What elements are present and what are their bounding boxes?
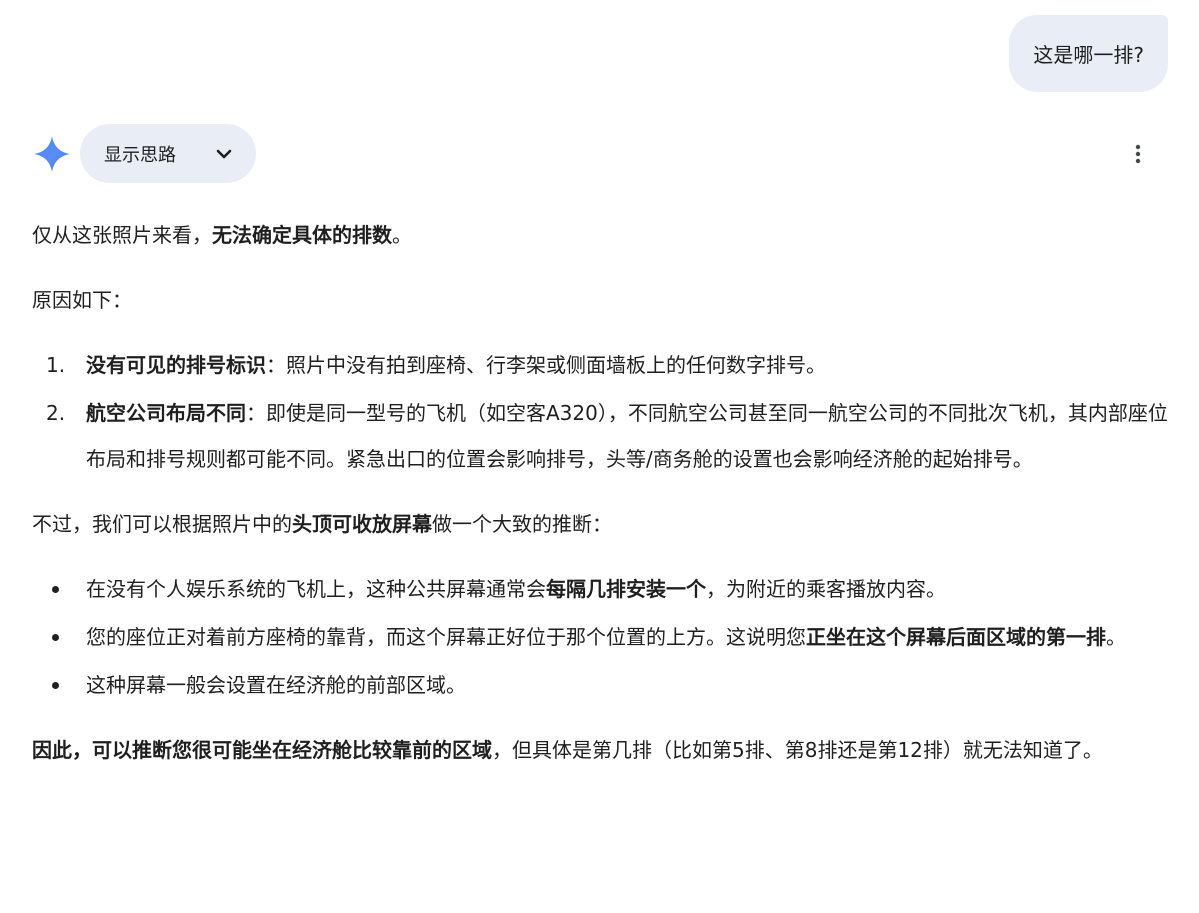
list-item: 在没有个人娱乐系统的飞机上，这种公共屏幕通常会每隔几排安装一个，为附近的乘客播放…	[32, 566, 1172, 612]
bullet-text: 这种屏幕一般会设置在经济舱的前部区域。	[86, 673, 466, 697]
bullet-dot	[52, 682, 59, 689]
list-number: 1.	[46, 353, 66, 377]
bullet-text: 在没有个人娱乐系统的飞机上，这种公共屏幕通常会	[86, 577, 546, 601]
reason-title: 没有可见的排号标识	[86, 353, 266, 377]
intro-paragraph: 仅从这张照片来看，无法确定具体的排数。	[32, 212, 1172, 258]
inference-tail: 做一个大致的推断：	[432, 512, 612, 536]
list-number: 2.	[46, 401, 66, 425]
bullet-text-end: 。	[1106, 625, 1126, 649]
list-item: 2. 航空公司布局不同：即使是同一型号的飞机（如空客A320），不同航空公司甚至…	[32, 390, 1172, 482]
list-item: 您的座位正对着前方座椅的靠背，而这个屏幕正好位于那个位置的上方。这说明您正坐在这…	[32, 614, 1172, 660]
show-thinking-button[interactable]: 显示思路	[80, 124, 256, 183]
user-message-bubble: 这是哪一排?	[1009, 15, 1168, 92]
intro-text: 仅从这张照片来看，	[32, 223, 212, 247]
list-item: 1. 没有可见的排号标识：照片中没有拍到座椅、行李架或侧面墙板上的任何数字排号。	[32, 342, 1172, 388]
intro-bold: 无法确定具体的排数	[212, 223, 392, 247]
bullet-text: 您的座位正对着前方座椅的靠背，而这个屏幕正好位于那个位置的上方。这说明您	[86, 625, 806, 649]
conclusion-bold: 因此，可以推断您很可能坐在经济舱比较靠前的区域	[32, 738, 492, 762]
reasons-list: 1. 没有可见的排号标识：照片中没有拍到座椅、行李架或侧面墙板上的任何数字排号。…	[32, 342, 1172, 482]
more-options-button[interactable]	[1124, 140, 1152, 168]
conclusion-paragraph: 因此，可以推断您很可能坐在经济舱比较靠前的区域，但具体是第几排（比如第5排、第8…	[32, 727, 1172, 773]
reason-text: ：照片中没有拍到座椅、行李架或侧面墙板上的任何数字排号。	[266, 353, 826, 377]
bullet-bold: 每隔几排安装一个	[546, 577, 706, 601]
more-vert-icon	[1135, 144, 1141, 164]
bullet-dot	[52, 586, 59, 593]
chevron-down-icon	[216, 149, 232, 158]
response-body: 仅从这张照片来看，无法确定具体的排数。 原因如下： 1. 没有可见的排号标识：照…	[32, 212, 1172, 792]
inference-list: 在没有个人娱乐系统的飞机上，这种公共屏幕通常会每隔几排安装一个，为附近的乘客播放…	[32, 566, 1172, 708]
reason-text: ：即使是同一型号的飞机（如空客A320），不同航空公司甚至同一航空公司的不同批次…	[86, 401, 1168, 471]
conclusion-text: ，但具体是第几排（比如第5排、第8排还是第12排）就无法知道了。	[492, 738, 1103, 762]
bullet-dot	[52, 634, 59, 641]
inference-intro: 不过，我们可以根据照片中的头顶可收放屏幕做一个大致的推断：	[32, 501, 1172, 547]
reason-title: 航空公司布局不同	[86, 401, 246, 425]
reasons-heading: 原因如下：	[32, 288, 132, 312]
intro-tail: 。	[392, 223, 412, 247]
list-item: 这种屏幕一般会设置在经济舱的前部区域。	[32, 662, 1172, 708]
gemini-sparkle-icon	[34, 136, 70, 172]
inference-text: 不过，我们可以根据照片中的	[32, 512, 292, 536]
bullet-bold: 正坐在这个屏幕后面区域的第一排	[806, 625, 1106, 649]
bullet-text-end: ，为附近的乘客播放内容。	[706, 577, 946, 601]
inference-bold: 头顶可收放屏幕	[292, 512, 432, 536]
show-thinking-label: 显示思路	[104, 144, 176, 166]
user-message-text: 这是哪一排?	[1033, 43, 1144, 67]
